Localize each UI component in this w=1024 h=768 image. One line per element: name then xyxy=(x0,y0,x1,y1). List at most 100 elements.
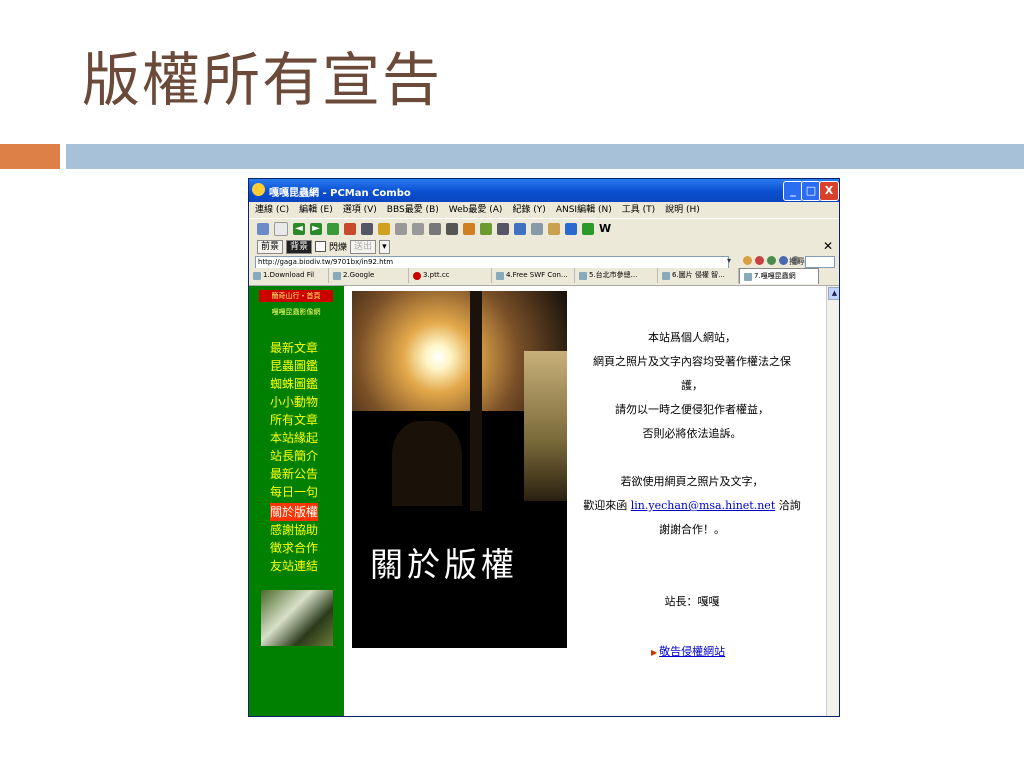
menu-options[interactable]: 選項 (V) xyxy=(343,202,377,218)
font-icon[interactable] xyxy=(463,222,475,235)
tab-ptt[interactable]: 3.ptt.cc xyxy=(409,268,492,283)
back-arrow-icon[interactable]: ◄ xyxy=(293,222,305,235)
grid-icon[interactable] xyxy=(497,222,509,235)
select-all-icon[interactable] xyxy=(446,222,458,235)
tab-swf[interactable]: 4.Free SWF Con... xyxy=(492,268,575,283)
pin-icon[interactable] xyxy=(378,222,390,235)
go-icon[interactable] xyxy=(779,256,788,265)
page-icon xyxy=(579,271,587,280)
warning-link-label: 敬告侵權網站 xyxy=(659,645,726,658)
tab-label: 6.圖片 侵權 智... xyxy=(672,271,725,279)
foreground-button[interactable]: 前景 xyxy=(257,239,284,254)
menubar: 連線 (C) 編輯 (E) 選項 (V) BBS最愛 (B) Web最愛 (A)… xyxy=(249,202,839,218)
window-titlebar: 嘎嘎昆蟲網 - PCMan Combo _ □ X xyxy=(249,179,839,202)
tab-google[interactable]: 2.Google xyxy=(329,268,409,283)
hero-image: 關於版權 xyxy=(352,291,567,648)
help-icon[interactable] xyxy=(565,222,577,235)
sidebar-item-all-articles[interactable]: 所有文章 xyxy=(270,411,330,429)
blink-checkbox[interactable] xyxy=(315,241,327,252)
menu-history[interactable]: 紀錄 (Y) xyxy=(512,202,545,218)
menu-connect[interactable]: 連線 (C) xyxy=(255,202,289,218)
accent-bar-orange xyxy=(0,144,60,169)
forward-arrow-icon[interactable]: ► xyxy=(310,222,322,235)
send-dropdown-icon[interactable]: ▾ xyxy=(379,239,390,254)
settings-gear-icon[interactable] xyxy=(480,222,492,235)
connect-icon[interactable] xyxy=(327,222,339,235)
copy-ansi-icon[interactable] xyxy=(429,222,441,235)
menu-web-favorites[interactable]: Web最愛 (A) xyxy=(449,202,503,218)
sidebar-item-admin-profile[interactable]: 站長簡介 xyxy=(270,447,330,465)
keyboard-icon[interactable] xyxy=(514,222,526,235)
notice-line: 護， xyxy=(681,379,703,392)
reconnect-icon[interactable] xyxy=(361,222,373,235)
notice-line: 否則必將依法追訴。 xyxy=(642,427,742,440)
sidebar-item-latest-articles[interactable]: 最新文章 xyxy=(270,339,330,357)
menu-edit[interactable]: 編輯 (E) xyxy=(299,202,333,218)
menu-help[interactable]: 說明 (H) xyxy=(665,202,700,218)
web-w-icon[interactable]: W xyxy=(599,222,611,235)
sidebar-item-spider-guide[interactable]: 蜘蛛圖鑑 xyxy=(270,375,330,393)
maximize-button[interactable]: □ xyxy=(801,181,821,201)
stop-icon[interactable] xyxy=(755,256,764,265)
home-icon[interactable] xyxy=(743,256,752,265)
lock-icon[interactable] xyxy=(548,222,560,235)
accent-bar-blue xyxy=(66,144,1024,169)
sidebar-item-about-copyright[interactable]: 關於版權 xyxy=(270,503,319,521)
sidebar-item-insect-guide[interactable]: 昆蟲圖鑑 xyxy=(270,357,330,375)
arrow-right-icon: ▶ xyxy=(651,648,658,657)
screen-icon[interactable] xyxy=(531,222,543,235)
tab-download[interactable]: 1.Download Fil xyxy=(249,268,329,283)
web-page: 簡奇山行・首頁 嘎嘎昆蟲影像網 最新文章 昆蟲圖鑑 蜘蛛圖鑑 小小動物 所有文章… xyxy=(249,286,826,716)
sidebar-home-link[interactable]: 簡奇山行・首頁 xyxy=(259,290,333,302)
sidebar-item-acknowledgements[interactable]: 感謝協助 xyxy=(270,521,330,539)
sidebar-item-daily-quote[interactable]: 每日一句 xyxy=(270,483,330,501)
signature: 站長：嘎嘎 xyxy=(664,595,720,608)
ansi-toolbar: 前景 背景 閃爍 送出 ▾ xyxy=(249,238,839,255)
background-button[interactable]: 背景 xyxy=(286,239,313,254)
paste-icon[interactable] xyxy=(412,222,424,235)
copy-icon[interactable] xyxy=(395,222,407,235)
site-sidebar: 簡奇山行・首頁 嘎嘎昆蟲影像網 最新文章 昆蟲圖鑑 蜘蛛圖鑑 小小動物 所有文章… xyxy=(249,286,344,716)
sidebar-item-friend-links[interactable]: 友站連結 xyxy=(270,557,330,575)
copyright-notice: 本站爲個人網站， 網頁之照片及文字內容均受著作權法之保 護， 請勿以一時之便侵犯… xyxy=(572,326,812,614)
tab-label: 4.Free SWF Con... xyxy=(506,271,568,279)
close-toolbar-icon[interactable]: ✕ xyxy=(823,239,833,253)
tab-gaga-insects[interactable]: 7.嘎嘎昆蟲網 xyxy=(739,268,819,284)
email-link[interactable]: lin.yechan@msa.hinet.net xyxy=(631,499,776,512)
vertical-scrollbar[interactable]: ▲ xyxy=(826,286,839,716)
sidebar-item-announcements[interactable]: 最新公告 xyxy=(270,465,330,483)
sidebar-item-small-animals[interactable]: 小小動物 xyxy=(270,393,330,411)
notice-contact: 歡迎來函 lin.yechan@msa.hinet.net 洽詢 xyxy=(572,494,812,518)
app-icon xyxy=(252,183,265,196)
search-input[interactable] xyxy=(805,256,835,268)
emoticon-icon[interactable] xyxy=(582,222,594,235)
minimize-button[interactable]: _ xyxy=(783,181,803,201)
sidebar-item-site-origin[interactable]: 本站緣起 xyxy=(270,429,330,447)
site-list-icon[interactable] xyxy=(257,222,269,235)
hero-window xyxy=(524,351,567,501)
tab-taipei[interactable]: 5.台北市參總... xyxy=(575,268,658,283)
address-dropdown-icon[interactable]: ▾ xyxy=(727,256,731,265)
refresh-icon[interactable] xyxy=(767,256,776,265)
hero-window-frame xyxy=(470,291,482,511)
tab-image-copyright[interactable]: 6.圖片 侵權 智... xyxy=(658,268,739,283)
menu-bbs-favorites[interactable]: BBS最愛 (B) xyxy=(387,202,439,218)
scroll-up-icon[interactable]: ▲ xyxy=(828,287,839,300)
sidebar-gallery-link[interactable]: 嘎嘎昆蟲影像網 xyxy=(259,306,333,318)
menu-tools[interactable]: 工具 (T) xyxy=(622,202,655,218)
notice-contact-pre: 歡迎來函 xyxy=(583,499,628,512)
menu-ansi-edit[interactable]: ANSI編輯 (N) xyxy=(556,202,612,218)
infringement-warning-link[interactable]: ▶ 敬告侵權網站 xyxy=(651,643,725,659)
tab-bar: 1.Download Fil 2.Google 3.ptt.cc 4.Free … xyxy=(249,268,839,286)
send-button[interactable]: 送出 xyxy=(350,239,377,254)
page-icon xyxy=(496,271,504,280)
sidebar-item-cooperation[interactable]: 徵求合作 xyxy=(270,539,330,557)
close-button[interactable]: X xyxy=(819,181,839,201)
disconnect-icon[interactable] xyxy=(344,222,356,235)
browser-screenshot: 嘎嘎昆蟲網 - PCMan Combo _ □ X 連線 (C) 編輯 (E) … xyxy=(248,178,840,717)
page-icon xyxy=(333,271,341,280)
tab-label: 7.嘎嘎昆蟲網 xyxy=(754,272,796,280)
new-page-icon[interactable] xyxy=(274,221,288,236)
page-icon xyxy=(253,271,261,280)
tab-label: 2.Google xyxy=(343,271,375,279)
